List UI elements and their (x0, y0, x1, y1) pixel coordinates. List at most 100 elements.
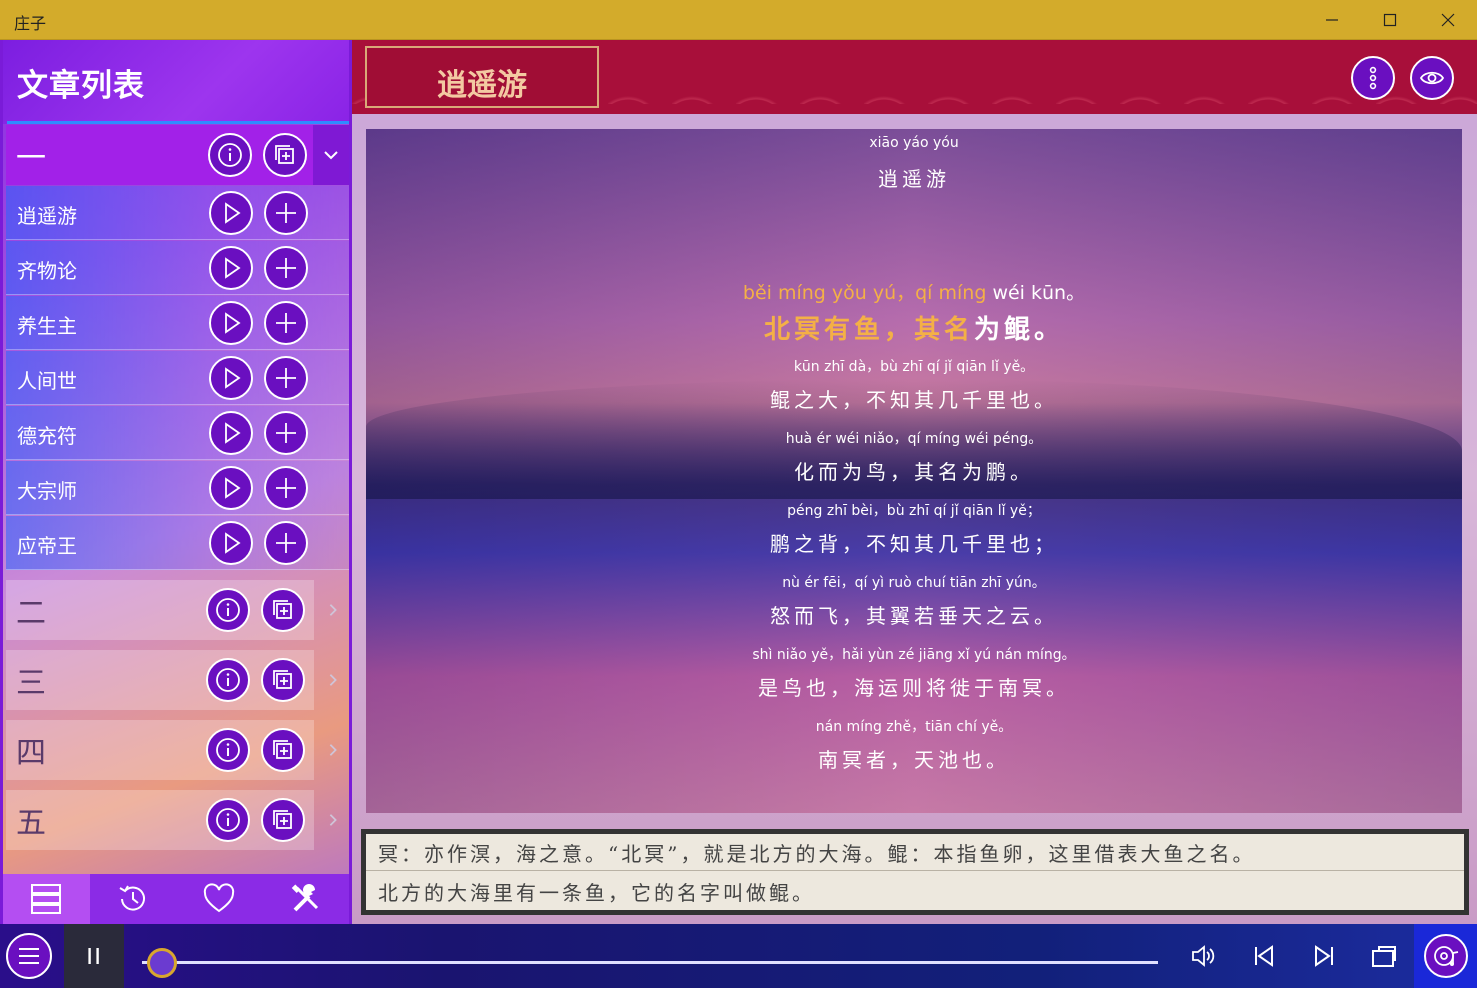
tab-settings[interactable] (263, 874, 350, 924)
verse-pinyin: shì niǎo yě，hǎi yùn zé jiāng xǐ yú nán m… (752, 647, 1076, 663)
title-bar: 庄子 (0, 0, 1477, 40)
group-row-3[interactable]: 三 (6, 650, 314, 710)
group-row-4[interactable]: 四 (6, 720, 314, 780)
group-info-button[interactable] (206, 728, 250, 772)
chapter-item[interactable]: 应帝王 (6, 516, 349, 570)
chapter-label: 应帝王 (17, 534, 77, 558)
verse-hanzi[interactable]: 化而为鸟，其名为鹏。 (366, 456, 1462, 485)
group-label: 五 (16, 806, 46, 841)
play-icon (225, 532, 241, 554)
chevron-right-icon (329, 744, 337, 756)
verse-hanzi[interactable]: 南冥者，天池也。 (366, 744, 1462, 773)
pause-button[interactable] (64, 924, 124, 988)
group-label: 四 (16, 736, 46, 771)
list-icon (31, 884, 62, 914)
add-chapter-button[interactable] (264, 191, 308, 235)
now-playing-button[interactable] (1414, 924, 1477, 988)
add-to-playlist-icon (273, 740, 292, 759)
repeat-mode-button[interactable] (1366, 938, 1402, 974)
progress-thumb[interactable] (147, 948, 178, 978)
annotation-box: 冥：亦作溟，海之意。“北冥”，就是北方的大海。鲲：本指鱼卵，这里借表大鱼之名。 … (361, 829, 1469, 915)
verse-hanzi[interactable]: 鲲之大，不知其几千里也。 (366, 384, 1462, 413)
info-icon (216, 668, 240, 692)
play-chapter-button[interactable] (209, 301, 253, 345)
sidebar-title: 文章列表 (17, 68, 145, 104)
play-chapter-button[interactable] (209, 191, 253, 235)
group-add-all-button[interactable] (263, 133, 307, 177)
group-add-all-button[interactable] (261, 658, 305, 702)
volume-button[interactable] (1186, 938, 1222, 974)
tab-favorites[interactable] (176, 874, 263, 924)
next-button[interactable] (1306, 938, 1342, 974)
current-verse-pinyin[interactable]: běi míng yǒu yú，qí míng wéi kūn。 (366, 278, 1462, 305)
close-button[interactable] (1419, 0, 1477, 40)
add-chapter-button[interactable] (264, 466, 308, 510)
group-info-button[interactable] (206, 588, 250, 632)
now-playing-inner (1423, 934, 1468, 978)
info-icon (216, 598, 240, 622)
play-chapter-button[interactable] (209, 246, 253, 290)
verse-hanzi[interactable]: 鹏之背，不知其几千里也； (366, 528, 1462, 557)
view-toggle-button[interactable] (1410, 56, 1454, 100)
tab-list[interactable] (3, 874, 90, 924)
chapter-item[interactable]: 大宗师 (6, 461, 349, 515)
expand-group-button[interactable] (323, 810, 343, 830)
add-chapter-button[interactable] (264, 356, 308, 400)
add-to-playlist-icon (273, 600, 292, 619)
group-row-1[interactable]: 一 (6, 125, 349, 185)
chevron-right-icon (329, 814, 337, 826)
add-chapter-button[interactable] (264, 246, 308, 290)
menu-button[interactable] (6, 933, 52, 979)
chapter-item[interactable]: 德充符 (6, 406, 349, 460)
add-chapter-button[interactable] (264, 521, 308, 565)
add-chapter-button[interactable] (264, 411, 308, 455)
chapter-item[interactable]: 养生主 (6, 296, 349, 350)
collapse-group-button[interactable] (313, 125, 349, 185)
chapter-item[interactable]: 逍遥游 (6, 186, 349, 240)
group-row-2[interactable]: 二 (6, 580, 314, 640)
play-chapter-button[interactable] (209, 356, 253, 400)
current-verse-hanzi[interactable]: 北冥有鱼，其名为鲲。 (366, 309, 1462, 346)
add-chapter-button[interactable] (264, 301, 308, 345)
chapter-item[interactable]: 人间世 (6, 351, 349, 405)
verse-hanzi[interactable]: 是鸟也，海运则将徙于南冥。 (366, 672, 1462, 701)
maximize-button[interactable] (1361, 0, 1419, 40)
progress-track[interactable] (142, 961, 1158, 964)
previous-button[interactable] (1246, 938, 1282, 974)
expand-group-button[interactable] (323, 600, 343, 620)
disc-music-icon (1433, 946, 1458, 966)
add-to-playlist-icon (273, 810, 292, 829)
group-info-button[interactable] (208, 133, 252, 177)
verse-pinyin: huà ér wéi niǎo，qí míng wéi péng。 (785, 431, 1043, 447)
group-row-5[interactable]: 五 (6, 790, 314, 850)
verse-hanzi[interactable]: 怒而飞，其翼若垂天之云。 (366, 600, 1462, 629)
sidebar-footer (3, 874, 349, 924)
expand-group-button[interactable] (323, 670, 343, 690)
chapter-item[interactable]: 齐物论 (6, 241, 349, 295)
skip-next-icon (1315, 945, 1333, 967)
group-info-button[interactable] (206, 658, 250, 702)
plus-icon (276, 258, 296, 278)
minimize-icon (1326, 19, 1338, 21)
player-bar (0, 924, 1477, 988)
group-info-button[interactable] (206, 798, 250, 842)
play-chapter-button[interactable] (209, 466, 253, 510)
play-icon (225, 257, 241, 279)
window-title: 庄子 (14, 14, 47, 33)
play-chapter-button[interactable] (209, 411, 253, 455)
tab-history[interactable] (90, 874, 177, 924)
minimize-button[interactable] (1303, 0, 1361, 40)
play-chapter-button[interactable] (209, 521, 253, 565)
chapter-label: 人间世 (17, 369, 77, 393)
plus-icon (276, 533, 296, 553)
group-add-all-button[interactable] (261, 588, 305, 632)
more-options-button[interactable] (1351, 56, 1395, 100)
group-add-all-button[interactable] (261, 798, 305, 842)
expand-group-button[interactable] (323, 740, 343, 760)
group-label: 二 (16, 596, 46, 631)
translation-text: 北方的大海里有一条鱼，它的名字叫做鲲。 (378, 881, 815, 905)
history-icon (119, 885, 145, 911)
play-icon (225, 202, 241, 224)
group-add-all-button[interactable] (261, 728, 305, 772)
sidebar: 文章列表 一 逍遥游 齐物论 养生主 人间世 德充符 大宗师 应帝王 二 三 四… (0, 40, 352, 924)
